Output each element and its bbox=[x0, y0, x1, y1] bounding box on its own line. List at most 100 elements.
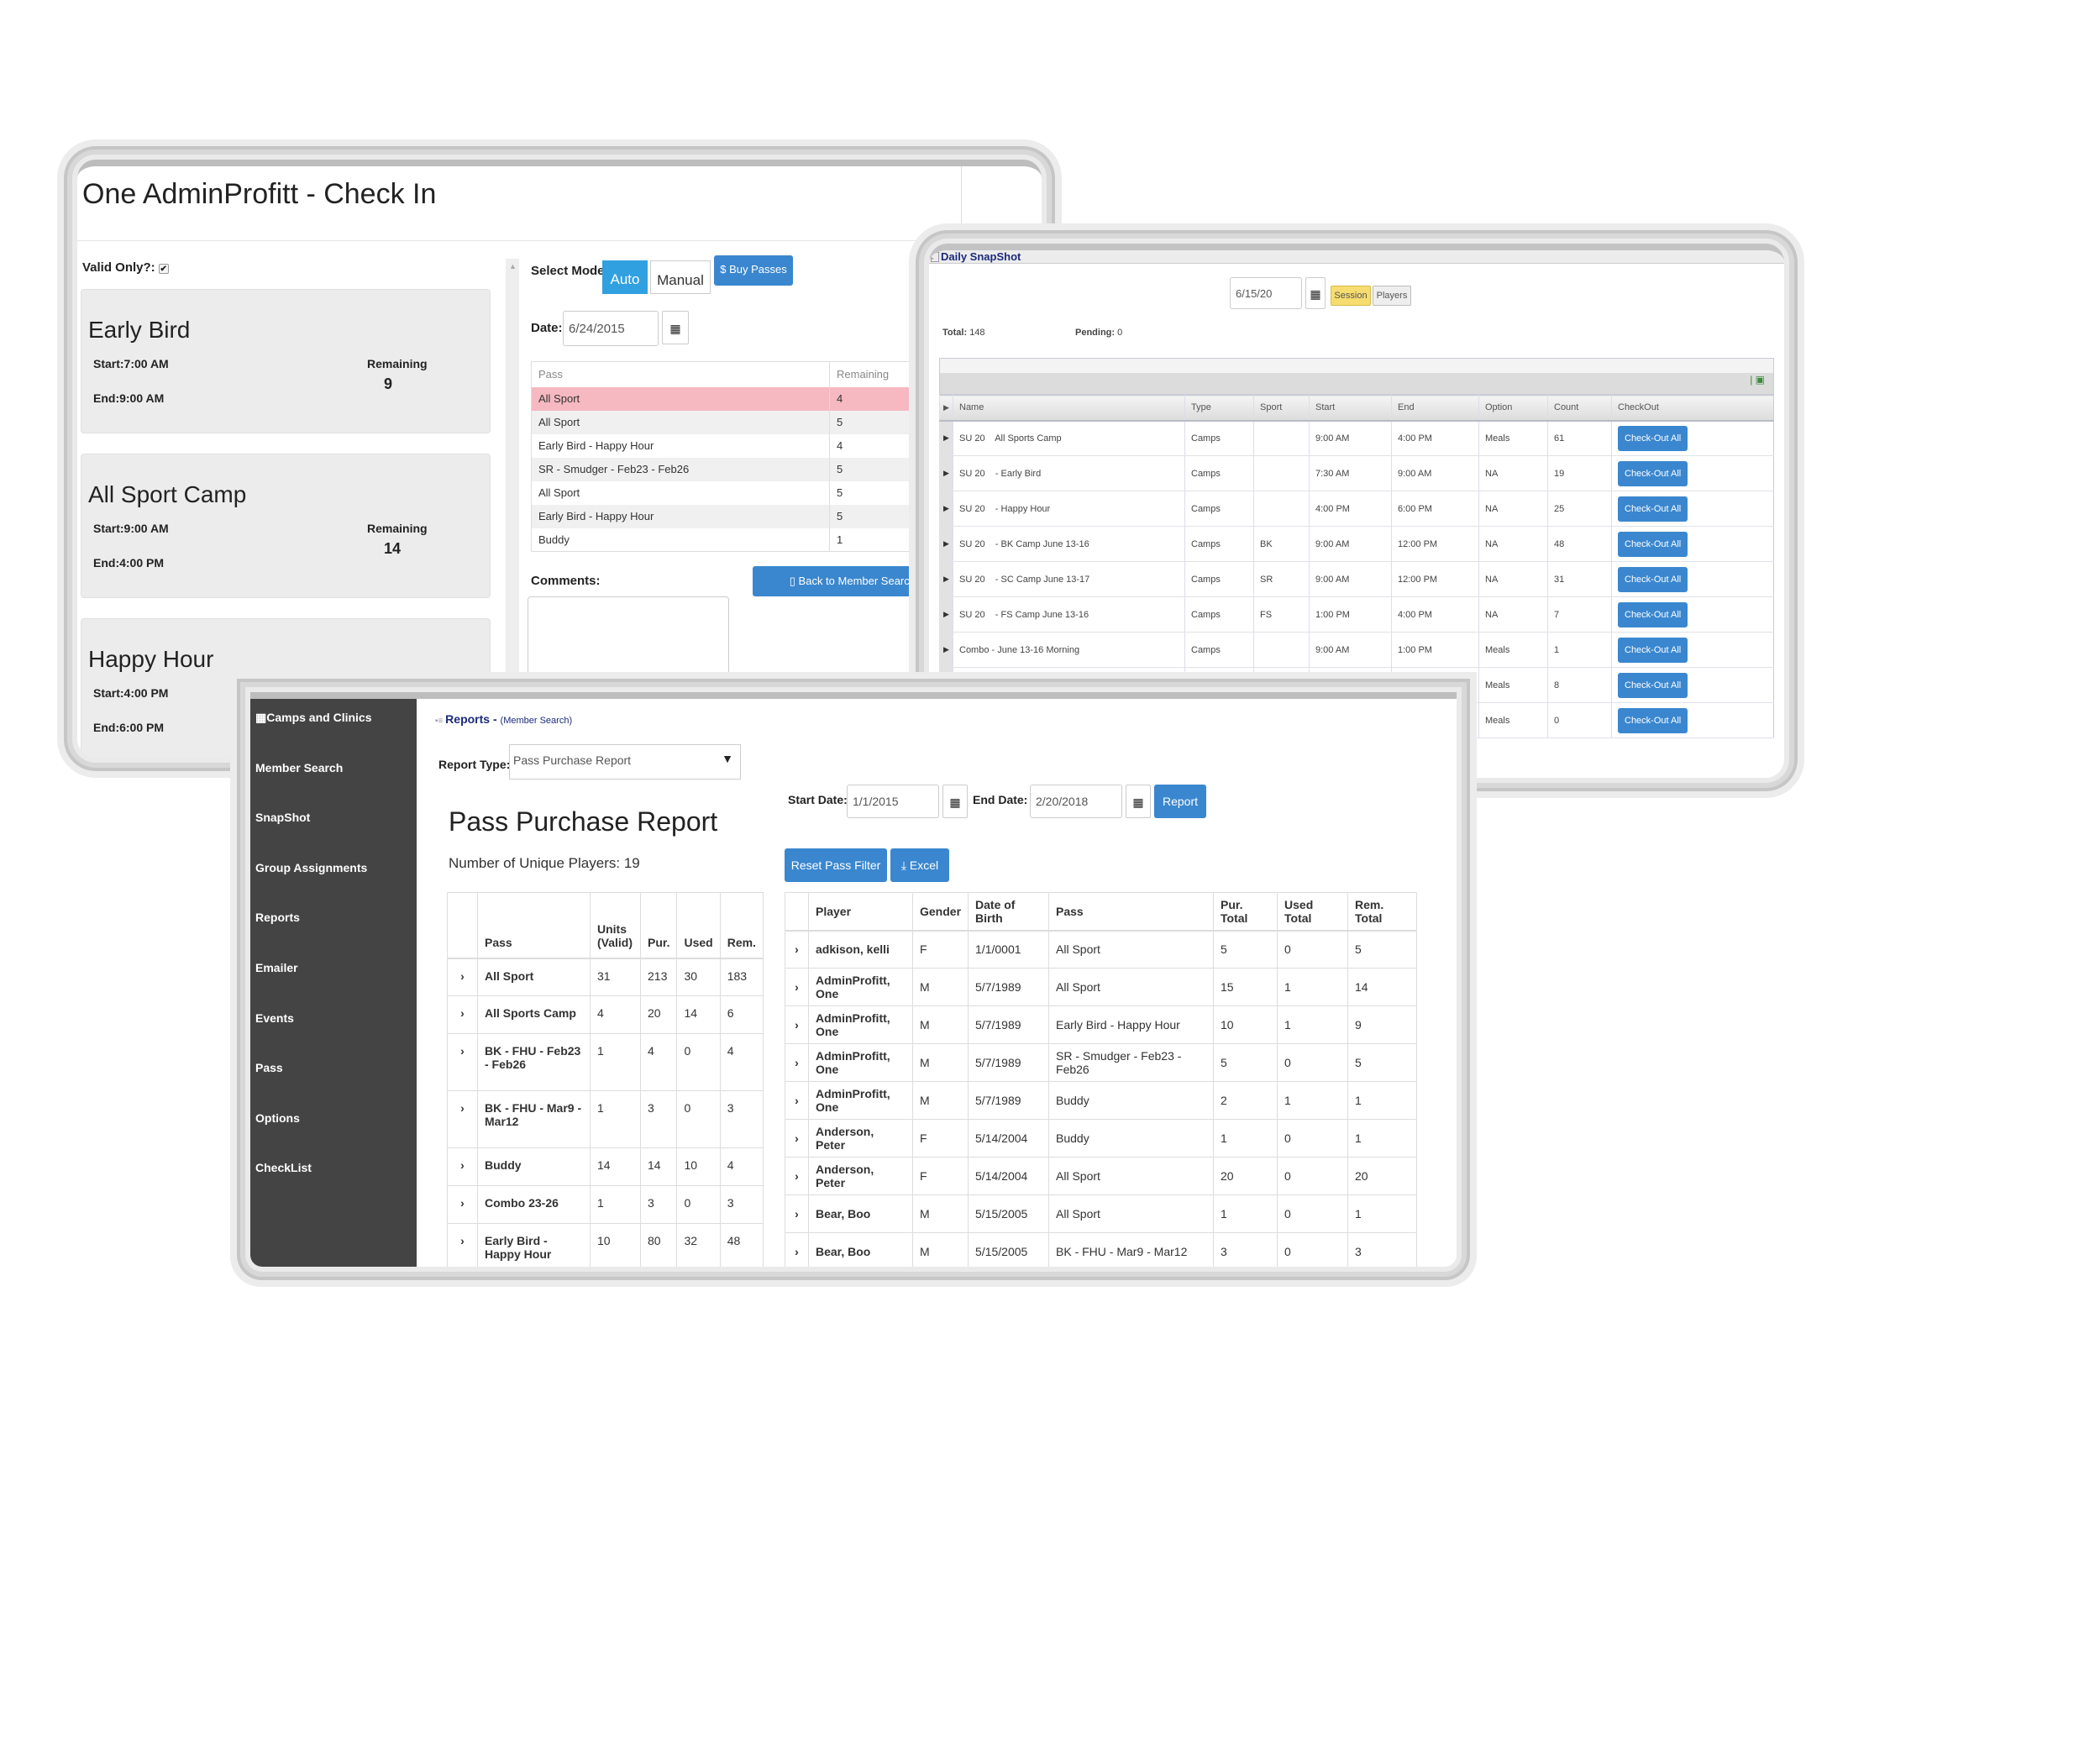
column-header[interactable]: Sport bbox=[1253, 395, 1310, 422]
expand-row-icon[interactable]: › bbox=[785, 930, 809, 969]
table-row[interactable]: › AdminProfitt, One M 5/7/1989 SR - Smudger … bbox=[785, 1043, 1418, 1082]
column-header[interactable]: Rem. bbox=[719, 892, 764, 959]
column-header[interactable]: Name bbox=[953, 395, 1185, 422]
table-row[interactable]: › Anderson, Peter F 5/14/2004 Buddy 1 0 1 bbox=[785, 1119, 1418, 1158]
table-row[interactable]: › Buddy 14 14 10 4 bbox=[447, 1147, 764, 1186]
calendar-button[interactable]: ▦ bbox=[662, 311, 689, 344]
table-row[interactable]: › BK - FHU - Mar9 - Mar12 1 3 0 3 bbox=[447, 1090, 764, 1148]
start-date-input[interactable] bbox=[847, 785, 939, 818]
expand-row-icon[interactable]: ▶ bbox=[939, 632, 953, 668]
table-row[interactable]: › adkison, kelli F 1/1/0001 All Sport 5 0 5 bbox=[785, 930, 1418, 969]
table-row[interactable]: All Sport 5 bbox=[532, 480, 934, 505]
expand-row-icon[interactable]: › bbox=[447, 1223, 478, 1267]
start-date-calendar-button[interactable]: ▦ bbox=[942, 785, 968, 818]
check-out-all-button[interactable]: Check-Out All bbox=[1618, 496, 1688, 522]
players-button[interactable]: Players bbox=[1373, 286, 1411, 306]
table-row[interactable]: Buddy 1 bbox=[532, 528, 934, 552]
column-header[interactable]: Units (Valid) bbox=[590, 892, 641, 959]
expand-row-icon[interactable]: ▶ bbox=[939, 526, 953, 562]
end-date-calendar-button[interactable]: ▦ bbox=[1126, 785, 1151, 818]
expand-row-icon[interactable]: › bbox=[447, 958, 478, 996]
expand-row-icon[interactable]: › bbox=[785, 1119, 809, 1158]
buy-passes-button[interactable]: $ Buy Passes bbox=[714, 255, 793, 286]
expand-row-icon[interactable]: › bbox=[785, 1232, 809, 1267]
column-header[interactable]: Count bbox=[1547, 395, 1612, 422]
cards-scrollbar[interactable]: ▲ bbox=[506, 259, 519, 758]
check-out-all-button[interactable]: Check-Out All bbox=[1618, 425, 1688, 451]
table-row[interactable]: All Sport 4 bbox=[531, 386, 934, 411]
back-to-member-search-button[interactable]: ▯ Back to Member Search bbox=[753, 566, 929, 596]
table-row[interactable]: › BK - FHU - Feb23 - Feb26 1 4 0 4 bbox=[447, 1033, 764, 1091]
column-header[interactable]: Type bbox=[1184, 395, 1254, 422]
check-out-all-button[interactable]: Check-Out All bbox=[1618, 601, 1688, 627]
column-header[interactable]: Rem. Total bbox=[1347, 892, 1418, 932]
sidebar-item-group-assignments[interactable]: Group Assignments bbox=[255, 861, 367, 874]
table-row[interactable]: › Early Bird - Happy Hour 10 80 32 48 bbox=[447, 1223, 764, 1267]
table-row[interactable]: ▶ SU 20 - SC Camp June 13-17 Camps SR 9:00 A… bbox=[939, 561, 1774, 597]
sidebar-item-emailer[interactable]: Emailer bbox=[255, 961, 298, 974]
expand-all-icon[interactable]: ▶ bbox=[939, 395, 953, 422]
pass-card[interactable]: Early Bird Start:7:00 AM End:9:00 AM Remain… bbox=[81, 289, 491, 433]
expand-row-icon[interactable]: › bbox=[785, 1081, 809, 1120]
column-header[interactable]: Gender bbox=[911, 892, 969, 932]
mode-manual-button[interactable]: Manual bbox=[650, 260, 711, 294]
table-row[interactable]: SR - Smudger - Feb23 - Feb26 5 bbox=[531, 457, 934, 481]
check-out-all-button[interactable]: Check-Out All bbox=[1618, 531, 1688, 557]
expand-row-icon[interactable]: ▶ bbox=[939, 420, 953, 456]
expand-row-icon[interactable]: › bbox=[447, 1147, 478, 1186]
table-row[interactable]: › Bear, Boo M 5/15/2005 BK - FHU - Mar9 - Ma… bbox=[785, 1232, 1418, 1267]
table-row[interactable]: ▶ Combo - June 13-16 Morning Camps 9:00 AM 1… bbox=[939, 632, 1774, 668]
expand-row-icon[interactable]: ▶ bbox=[939, 455, 953, 491]
expand-row-icon[interactable]: ▶ bbox=[939, 596, 953, 633]
table-row[interactable]: › Bear, Boo M 5/15/2005 All Sport 1 0 1 bbox=[785, 1194, 1418, 1233]
sidebar-item-member-search[interactable]: Member Search bbox=[255, 761, 343, 774]
column-header[interactable]: Player bbox=[808, 892, 913, 932]
check-out-all-button[interactable]: Check-Out All bbox=[1618, 460, 1688, 486]
sidebar-item-camps-and-clinics[interactable]: ▦Camps and Clinics bbox=[255, 711, 372, 725]
table-row[interactable]: All Sport 5 bbox=[531, 410, 934, 434]
table-row[interactable]: › All Sports Camp 4 20 14 6 bbox=[447, 995, 764, 1034]
check-out-all-button[interactable]: Check-Out All bbox=[1618, 637, 1688, 663]
table-row[interactable]: ▶ SU 20 - Happy Hour Camps 4:00 PM 6:00 PM NA… bbox=[939, 491, 1774, 527]
column-header[interactable]: Pur. bbox=[639, 892, 678, 959]
column-header[interactable]: CheckOut bbox=[1611, 395, 1774, 422]
excel-button[interactable]: ⤓ Excel bbox=[890, 848, 949, 882]
sidebar-item-events[interactable]: Events bbox=[255, 1011, 294, 1025]
table-row[interactable]: Early Bird - Happy Hour 4 bbox=[532, 433, 934, 458]
table-row[interactable]: Early Bird - Happy Hour 5 bbox=[531, 504, 934, 528]
expand-row-icon[interactable]: › bbox=[447, 1033, 478, 1091]
end-date-input[interactable] bbox=[1030, 785, 1122, 818]
date-input[interactable] bbox=[563, 311, 659, 346]
excel-export-icon[interactable]: | ▣ bbox=[1750, 374, 1765, 386]
expand-row-icon[interactable]: › bbox=[785, 1157, 809, 1195]
sidebar-item-checklist[interactable]: CheckList bbox=[255, 1161, 312, 1174]
table-row[interactable]: › AdminProfitt, One M 5/7/1989 All Sport 15 1 1… bbox=[785, 968, 1418, 1006]
expand-row-icon[interactable]: › bbox=[785, 1005, 809, 1044]
expand-row-icon[interactable]: › bbox=[447, 1090, 478, 1148]
pass-card[interactable]: All Sport Camp Start:9:00 AM End:4:00 PM Re… bbox=[81, 454, 491, 598]
column-header[interactable]: End bbox=[1391, 395, 1479, 422]
report-button[interactable]: Report bbox=[1154, 785, 1206, 818]
column-header[interactable]: Option bbox=[1478, 395, 1548, 422]
table-row[interactable]: ▶ SU 20 All Sports Camp Camps 9:00 AM 4:00 P… bbox=[939, 420, 1774, 456]
table-row[interactable]: › Combo 23-26 1 3 0 3 bbox=[447, 1185, 764, 1224]
table-row[interactable]: › Anderson, Peter F 5/14/2004 All Sport 20 0 20 bbox=[785, 1157, 1418, 1195]
expand-row-icon[interactable]: › bbox=[785, 968, 809, 1006]
check-out-all-button[interactable]: Check-Out All bbox=[1618, 672, 1688, 698]
expand-row-icon[interactable]: › bbox=[447, 1185, 478, 1224]
check-out-all-button[interactable]: Check-Out All bbox=[1618, 566, 1688, 592]
table-row[interactable]: › AdminProfitt, One M 5/7/1989 Early Bird - … bbox=[785, 1005, 1418, 1044]
table-row[interactable]: › All Sport 31 213 30 183 bbox=[447, 958, 764, 996]
table-row[interactable]: › AdminProfitt, One M 5/7/1989 Buddy 2 1 1 bbox=[785, 1081, 1418, 1120]
report-type-select[interactable]: Pass Purchase Report ▼ bbox=[509, 744, 741, 780]
expand-row-icon[interactable]: ▶ bbox=[939, 561, 953, 597]
scroll-up-icon[interactable]: ▲ bbox=[509, 262, 517, 270]
sidebar-item-snapshot[interactable]: SnapShot bbox=[255, 811, 310, 824]
expand-row-icon[interactable]: › bbox=[785, 1043, 809, 1082]
table-row[interactable]: ▶ SU 20 - FS Camp June 13-16 Camps FS 1:00 P… bbox=[939, 596, 1774, 633]
column-header[interactable]: Used Total bbox=[1277, 892, 1349, 932]
sidebar-item-reports[interactable]: Reports bbox=[255, 911, 300, 924]
column-header[interactable]: Date of Birth bbox=[968, 892, 1050, 932]
mode-auto-button[interactable]: Auto bbox=[602, 260, 648, 294]
valid-only-checkbox[interactable]: ✔ bbox=[158, 264, 169, 274]
